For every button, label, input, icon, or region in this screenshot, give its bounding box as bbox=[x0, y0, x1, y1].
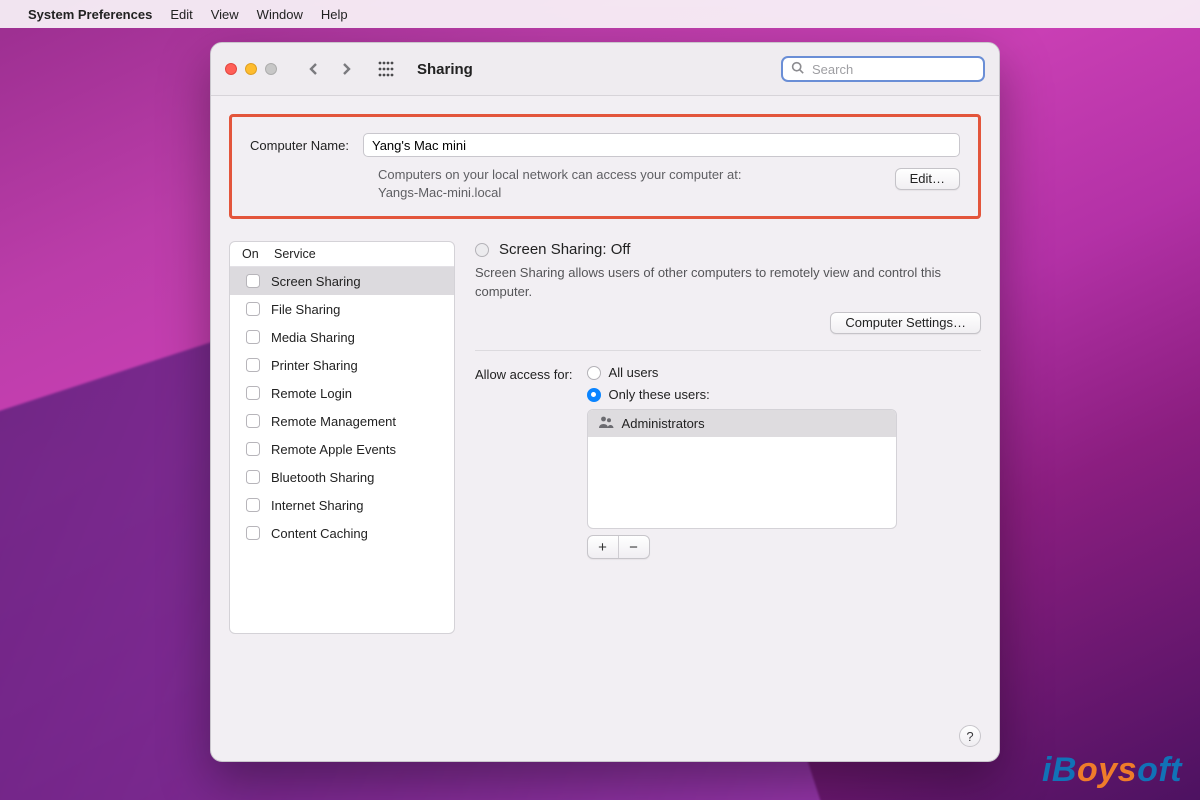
edit-button[interactable]: Edit… bbox=[895, 168, 960, 190]
menubar-item-window[interactable]: Window bbox=[257, 7, 303, 22]
window-title: Sharing bbox=[417, 61, 473, 78]
service-toggle-checkbox[interactable] bbox=[246, 274, 260, 288]
service-toggle-checkbox[interactable] bbox=[246, 414, 260, 428]
service-row-label: Media Sharing bbox=[271, 330, 355, 345]
zoom-icon[interactable] bbox=[265, 63, 277, 75]
radio-all-users[interactable] bbox=[587, 366, 601, 380]
service-toggle-checkbox[interactable] bbox=[246, 498, 260, 512]
service-row[interactable]: Screen Sharing bbox=[230, 267, 454, 295]
service-row[interactable]: Remote Login bbox=[230, 379, 454, 407]
computer-name-label: Computer Name: bbox=[250, 138, 349, 153]
search-field[interactable] bbox=[781, 56, 985, 82]
service-row[interactable]: Internet Sharing bbox=[230, 491, 454, 519]
service-toggle-checkbox[interactable] bbox=[246, 386, 260, 400]
service-row-label: Screen Sharing bbox=[271, 274, 361, 289]
menubar: System Preferences Edit View Window Help bbox=[0, 0, 1200, 28]
minimize-icon[interactable] bbox=[245, 63, 257, 75]
user-row-label: Administrators bbox=[622, 416, 705, 431]
service-row-label: Printer Sharing bbox=[271, 358, 358, 373]
service-row-label: Remote Management bbox=[271, 414, 396, 429]
menubar-item-edit[interactable]: Edit bbox=[170, 7, 192, 22]
users-icon bbox=[598, 414, 614, 433]
users-list[interactable]: Administrators bbox=[587, 409, 897, 529]
window-toolbar: Sharing bbox=[211, 43, 999, 96]
service-row[interactable]: File Sharing bbox=[230, 295, 454, 323]
forward-button[interactable] bbox=[333, 57, 359, 81]
service-row-label: File Sharing bbox=[271, 302, 340, 317]
watermark: iBoysoft bbox=[1042, 751, 1182, 790]
computer-name-subtext-2: Yangs-Mac-mini.local bbox=[378, 185, 501, 200]
search-input[interactable] bbox=[810, 61, 990, 78]
service-toggle-checkbox[interactable] bbox=[246, 302, 260, 316]
service-row[interactable]: Printer Sharing bbox=[230, 351, 454, 379]
computer-settings-button[interactable]: Computer Settings… bbox=[830, 312, 981, 334]
service-toggle-checkbox[interactable] bbox=[246, 330, 260, 344]
menubar-app-name[interactable]: System Preferences bbox=[28, 7, 152, 22]
add-user-button[interactable]: + bbox=[588, 536, 618, 558]
service-row[interactable]: Media Sharing bbox=[230, 323, 454, 351]
service-row-label: Remote Apple Events bbox=[271, 442, 396, 457]
service-status-indicator bbox=[475, 243, 489, 257]
services-header-on: On bbox=[242, 247, 274, 261]
service-toggle-checkbox[interactable] bbox=[246, 526, 260, 540]
close-icon[interactable] bbox=[225, 63, 237, 75]
menubar-item-view[interactable]: View bbox=[211, 7, 239, 22]
help-button[interactable]: ? bbox=[959, 725, 981, 747]
service-toggle-checkbox[interactable] bbox=[246, 442, 260, 456]
allow-access-label: Allow access for: bbox=[475, 365, 573, 559]
show-all-icon[interactable] bbox=[375, 58, 397, 80]
service-toggle-checkbox[interactable] bbox=[246, 470, 260, 484]
service-toggle-checkbox[interactable] bbox=[246, 358, 260, 372]
divider bbox=[475, 350, 981, 351]
user-row[interactable]: Administrators bbox=[588, 410, 896, 437]
preferences-window: Sharing Computer Name: Computers on you bbox=[210, 42, 1000, 762]
service-row-label: Bluetooth Sharing bbox=[271, 470, 374, 485]
service-row[interactable]: Bluetooth Sharing bbox=[230, 463, 454, 491]
service-row-label: Content Caching bbox=[271, 526, 368, 541]
service-row[interactable]: Content Caching bbox=[230, 519, 454, 547]
services-header: On Service bbox=[230, 242, 454, 267]
service-status-description: Screen Sharing allows users of other com… bbox=[475, 264, 945, 302]
traffic-lights bbox=[225, 63, 277, 75]
service-row-label: Internet Sharing bbox=[271, 498, 364, 513]
menubar-item-help[interactable]: Help bbox=[321, 7, 348, 22]
services-header-service: Service bbox=[274, 247, 316, 261]
search-icon bbox=[791, 61, 804, 77]
computer-name-input[interactable] bbox=[363, 133, 960, 157]
service-row[interactable]: Remote Management bbox=[230, 407, 454, 435]
radio-only-users-label: Only these users: bbox=[609, 387, 710, 402]
services-list: On Service Screen Sharing File Sharing Med… bbox=[229, 241, 455, 634]
computer-name-section: Computer Name: Computers on your local n… bbox=[229, 114, 981, 219]
remove-user-button[interactable]: − bbox=[619, 536, 649, 558]
computer-name-subtext-1: Computers on your local network can acce… bbox=[378, 167, 741, 182]
add-remove-segment: + − bbox=[587, 535, 650, 559]
radio-all-users-label: All users bbox=[609, 365, 659, 380]
back-button[interactable] bbox=[301, 57, 327, 81]
radio-only-users[interactable] bbox=[587, 388, 601, 402]
service-detail-pane: Screen Sharing: Off Screen Sharing allow… bbox=[475, 241, 981, 559]
service-status-title: Screen Sharing: Off bbox=[499, 241, 630, 258]
service-row-label: Remote Login bbox=[271, 386, 352, 401]
service-row[interactable]: Remote Apple Events bbox=[230, 435, 454, 463]
